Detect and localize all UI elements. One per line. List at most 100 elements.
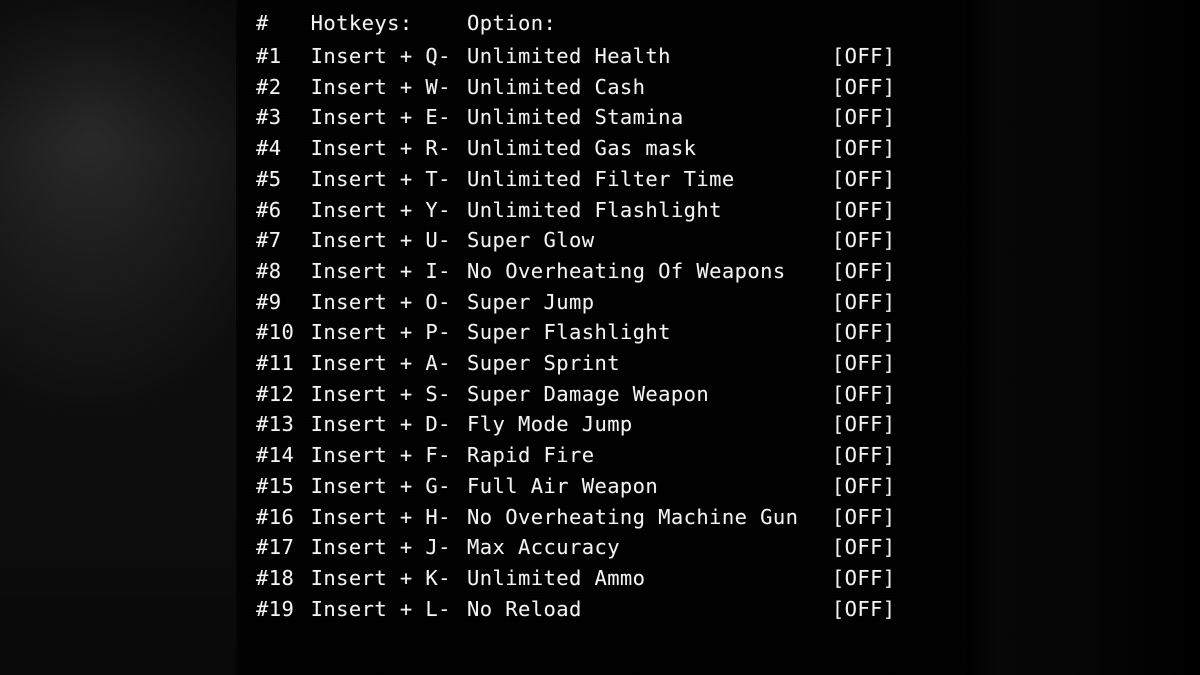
row-hotkey: Insert + K-	[310, 565, 451, 590]
row-option-name: Super Damage Weapon	[467, 381, 710, 406]
row-option-name: No Overheating Machine Gun	[467, 504, 799, 529]
table-row[interactable]: #16 Insert + H- No Overheating Machine G…	[238, 502, 964, 533]
row-option-name: No Overheating Of Weapons	[467, 258, 786, 283]
table-row[interactable]: #15 Insert + G- Full Air Weapon [OFF]	[238, 471, 964, 502]
table-row[interactable]: #11 Insert + A- Super Sprint [OFF]	[238, 348, 964, 379]
table-row[interactable]: #8 Insert + I- No Overheating Of Weapons…	[238, 256, 964, 287]
row-state-badge[interactable]: [OFF]	[832, 102, 964, 133]
row-hotkey: Insert + G-	[310, 473, 451, 498]
row-state-badge[interactable]: [OFF]	[832, 379, 964, 410]
row-state-badge[interactable]: [OFF]	[832, 440, 964, 471]
row-hotkey: Insert + E-	[310, 105, 451, 130]
table-row[interactable]: #2 Insert + W- Unlimited Cash [OFF]	[238, 72, 964, 103]
row-state-badge[interactable]: [OFF]	[832, 225, 964, 256]
table-row[interactable]: #17 Insert + J- Max Accuracy [OFF]	[238, 532, 964, 563]
header-state	[832, 0, 964, 41]
table-row[interactable]: #18 Insert + K- Unlimited Ammo [OFF]	[238, 563, 964, 594]
table-row[interactable]: #7 Insert + U- Super Glow [OFF]	[238, 225, 964, 256]
table-row[interactable]: #14 Insert + F- Rapid Fire [OFF]	[238, 440, 964, 471]
row-state-badge[interactable]: [OFF]	[832, 72, 964, 103]
table-row[interactable]: #4 Insert + R- Unlimited Gas mask [OFF]	[238, 133, 964, 164]
row-state-badge[interactable]: [OFF]	[832, 409, 964, 440]
row-state-badge[interactable]: [OFF]	[832, 502, 964, 533]
row-number: #2	[256, 74, 282, 99]
header-number: #	[256, 11, 269, 36]
row-hotkey: Insert + R-	[310, 136, 451, 161]
table-row[interactable]: #9 Insert + O- Super Jump [OFF]	[238, 287, 964, 318]
header-hotkeys: Hotkeys:	[310, 11, 413, 36]
row-number: #3	[256, 105, 282, 130]
row-option-name: Super Jump	[467, 289, 595, 314]
row-option-name: Super Glow	[467, 228, 595, 253]
table-row[interactable]: #10 Insert + P- Super Flashlight [OFF]	[238, 317, 964, 348]
row-hotkey: Insert + L-	[310, 596, 451, 621]
row-option-name: Unlimited Health	[467, 44, 671, 68]
row-state-badge[interactable]: [OFF]	[832, 287, 964, 318]
table-row[interactable]: #13 Insert + D- Fly Mode Jump [OFF]	[238, 409, 964, 440]
hotkey-table: # Hotkeys: Option: #1 Insert + Q- Unlimi…	[238, 0, 964, 624]
row-number: #5	[256, 166, 282, 191]
row-state-badge[interactable]: [OFF]	[832, 471, 964, 502]
row-state-badge[interactable]: [OFF]	[832, 594, 964, 625]
row-hotkey: Insert + I-	[310, 258, 451, 283]
row-hotkey: Insert + T-	[310, 166, 451, 191]
row-number: #15	[256, 473, 295, 498]
row-hotkey: Insert + W-	[310, 74, 451, 99]
table-header-row: # Hotkeys: Option:	[238, 0, 964, 41]
row-number: #13	[256, 412, 295, 437]
row-hotkey: Insert + U-	[310, 228, 451, 253]
row-option-name: Unlimited Stamina	[467, 105, 684, 130]
header-option: Option:	[467, 11, 557, 36]
row-state-badge[interactable]: [OFF]	[832, 317, 964, 348]
row-option-name: Unlimited Gas mask	[467, 136, 697, 161]
row-state-badge[interactable]: [OFF]	[832, 195, 964, 226]
table-row[interactable]: #3 Insert + E- Unlimited Stamina [OFF]	[238, 102, 964, 133]
row-option-name: Unlimited Ammo	[467, 565, 646, 590]
row-hotkey: Insert + S-	[310, 381, 451, 406]
row-option-name: Super Flashlight	[467, 320, 671, 345]
row-number: #10	[256, 320, 295, 345]
row-option-name: Rapid Fire	[467, 443, 595, 468]
row-option-name: Fly Mode Jump	[467, 412, 633, 437]
row-option-name: Unlimited Filter Time	[467, 166, 735, 191]
row-number: #9	[256, 289, 282, 314]
row-hotkey: Insert + P-	[310, 320, 451, 345]
table-row[interactable]: #5 Insert + T- Unlimited Filter Time [OF…	[238, 164, 964, 195]
table-row[interactable]: #1 Insert + Q- Unlimited Health [OFF]	[238, 41, 964, 72]
table-row[interactable]: #19 Insert + L- No Reload [OFF]	[238, 594, 964, 625]
trainer-overlay-panel: # Hotkeys: Option: #1 Insert + Q- Unlimi…	[238, 0, 964, 675]
row-option-name: Unlimited Flashlight	[467, 197, 722, 222]
row-number: #1	[256, 44, 282, 68]
row-number: #8	[256, 258, 282, 283]
table-row[interactable]: #12 Insert + S- Super Damage Weapon [OFF…	[238, 379, 964, 410]
row-number: #16	[256, 504, 295, 529]
row-hotkey: Insert + D-	[310, 412, 451, 437]
table-row[interactable]: #6 Insert + Y- Unlimited Flashlight [OFF…	[238, 195, 964, 226]
row-state-badge[interactable]: [OFF]	[832, 164, 964, 195]
row-number: #7	[256, 228, 282, 253]
row-state-badge[interactable]: [OFF]	[832, 563, 964, 594]
row-hotkey: Insert + Y-	[310, 197, 451, 222]
row-number: #14	[256, 443, 295, 468]
backdrop-left-vignette	[0, 0, 238, 675]
row-hotkey: Insert + J-	[310, 535, 451, 560]
row-option-name: Super Sprint	[467, 351, 620, 376]
row-state-badge[interactable]: [OFF]	[832, 41, 964, 72]
row-option-name: Unlimited Cash	[467, 74, 646, 99]
row-hotkey: Insert + F-	[310, 443, 451, 468]
row-number: #11	[256, 351, 295, 376]
row-state-badge[interactable]: [OFF]	[832, 348, 964, 379]
row-state-badge[interactable]: [OFF]	[832, 256, 964, 287]
row-state-badge[interactable]: [OFF]	[832, 133, 964, 164]
row-hotkey: Insert + A-	[310, 351, 451, 376]
row-state-badge[interactable]: [OFF]	[832, 532, 964, 563]
row-number: #17	[256, 535, 295, 560]
row-hotkey: Insert + Q-	[310, 44, 451, 68]
row-hotkey: Insert + O-	[310, 289, 451, 314]
row-hotkey: Insert + H-	[310, 504, 451, 529]
row-number: #6	[256, 197, 282, 222]
row-number: #18	[256, 565, 295, 590]
backdrop-right-gradient	[960, 0, 1200, 675]
row-number: #4	[256, 136, 282, 161]
hotkey-table-body: #1 Insert + Q- Unlimited Health [OFF] #2…	[238, 41, 964, 624]
